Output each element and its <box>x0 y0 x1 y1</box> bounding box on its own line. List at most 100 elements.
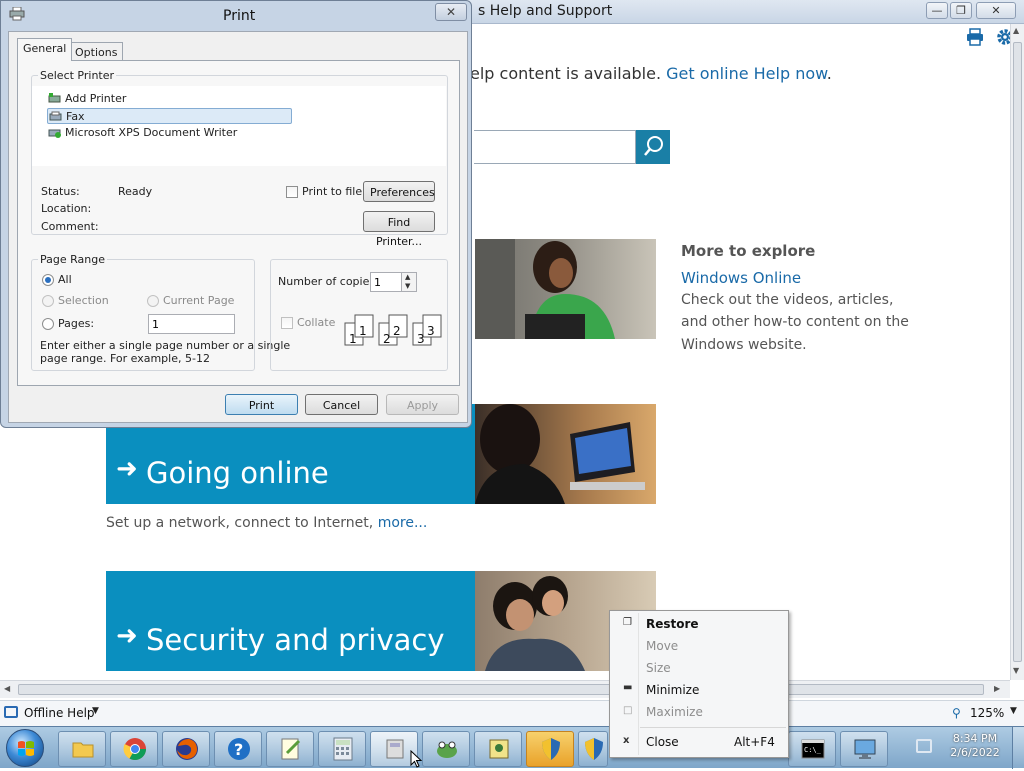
printer-name: Microsoft XPS Document Writer <box>65 126 238 139</box>
printer-list[interactable]: Add Printer Fax Microsoft XPS Document W… <box>32 86 446 166</box>
spin-down-icon[interactable]: ▼ <box>405 282 410 290</box>
restore-icon: ❐ <box>623 617 632 628</box>
scroll-thumb[interactable] <box>1013 42 1022 662</box>
menu-item-move[interactable]: Move <box>612 636 786 656</box>
scroll-right-icon[interactable]: ▶ <box>994 684 1000 693</box>
minimize-icon: ▬ <box>623 682 633 693</box>
range-current-label[interactable]: Current Page <box>163 294 234 307</box>
printer-icon <box>9 7 25 21</box>
taskbar-chrome[interactable] <box>110 731 158 767</box>
print-to-file-label[interactable]: Print to file <box>302 185 362 198</box>
taskbar-remote-desktop[interactable] <box>840 731 888 767</box>
menu-item-size[interactable]: Size <box>612 658 786 678</box>
tile-desc-text: Set up a network, connect to Internet, <box>106 515 374 531</box>
range-all-label[interactable]: All <box>58 273 72 286</box>
collate-label[interactable]: Collate <box>297 316 335 329</box>
menu-item-restore[interactable]: ❐ Restore <box>612 614 786 634</box>
menu-item-maximize[interactable]: □ Maximize <box>612 702 786 722</box>
help-window-title: s Help and Support <box>478 3 613 19</box>
range-all-radio[interactable] <box>42 274 54 286</box>
tab-general[interactable]: General <box>17 38 73 61</box>
tile-label: Going online <box>146 456 329 490</box>
range-pages-label[interactable]: Pages: <box>58 317 94 330</box>
taskbar-clock[interactable]: 8:34 PM 2/6/2022 <box>944 732 1006 760</box>
image-viewer-icon <box>489 739 509 759</box>
spin-up-icon[interactable]: ▲ <box>405 273 410 281</box>
taskbar-image-viewer[interactable] <box>474 731 522 767</box>
collate-number: 2 <box>393 324 401 338</box>
calculator-icon <box>333 737 353 761</box>
range-selection-radio[interactable] <box>42 295 54 307</box>
notepad-icon <box>281 738 301 760</box>
add-printer-icon <box>48 93 61 103</box>
range-selection-label[interactable]: Selection <box>58 294 109 307</box>
range-pages-radio[interactable] <box>42 318 54 330</box>
taskbar-command-prompt[interactable]: C:\_ <box>788 731 836 767</box>
start-orb-icon[interactable] <box>6 729 44 767</box>
maximize-button[interactable]: ❐ <box>950 2 972 19</box>
windows-online-link[interactable]: Windows Online <box>681 269 801 287</box>
print-to-file-checkbox[interactable] <box>286 186 298 198</box>
preferences-button[interactable]: Preferences <box>363 181 435 202</box>
printer-item-fax[interactable]: Fax <box>47 108 292 124</box>
security-privacy-tile[interactable]: ➜ Security and privacy <box>106 571 475 671</box>
going-online-desc: Set up a network, connect to Internet, m… <box>106 515 427 531</box>
show-desktop-button[interactable] <box>1012 727 1024 769</box>
taskbar-file-explorer[interactable] <box>58 731 106 767</box>
taskbar-calculator[interactable] <box>318 731 366 767</box>
printer-item-add[interactable]: Add Printer <box>47 91 292 107</box>
going-online-photo <box>475 404 656 504</box>
copies-label: Number of copies: <box>278 275 379 288</box>
printer-item-xps[interactable]: Microsoft XPS Document Writer <box>47 125 292 141</box>
command-prompt-icon: C:\_ <box>801 739 825 759</box>
tile-label: Security and privacy <box>146 623 445 657</box>
network-tray-icon[interactable] <box>916 739 932 753</box>
explore-line-2: and other how-to content on the <box>681 314 909 330</box>
close-icon: x <box>623 735 630 746</box>
pages-input[interactable] <box>148 314 235 334</box>
chevron-down-icon[interactable]: ▼ <box>1010 706 1017 716</box>
cancel-button[interactable]: Cancel <box>305 394 378 415</box>
collate-checkbox[interactable] <box>281 317 293 329</box>
search-button[interactable] <box>636 130 670 164</box>
zoom-level[interactable]: 125% <box>970 706 1004 720</box>
printer-name: Add Printer <box>65 92 127 105</box>
printer-name: Fax <box>66 110 85 123</box>
online-help-notice: elp content is available. Get online Hel… <box>470 64 832 83</box>
dialog-title: Print <box>223 8 256 24</box>
menu-item-minimize[interactable]: ▬ Minimize <box>612 680 786 700</box>
range-current-radio[interactable] <box>147 295 159 307</box>
close-button[interactable]: ✕ <box>976 2 1016 19</box>
print-button[interactable]: Print <box>225 394 298 415</box>
scroll-down-icon[interactable]: ▼ <box>1013 666 1019 675</box>
taskbar-firefox[interactable] <box>162 731 210 767</box>
apply-button[interactable]: Apply <box>386 394 459 415</box>
horizontal-scrollbar[interactable]: ◀ ▶ <box>0 680 1010 698</box>
offline-help-icon <box>4 706 18 718</box>
menu-item-close[interactable]: x Close Alt+F4 <box>612 732 786 752</box>
find-printer-button[interactable]: Find Printer... <box>363 211 435 248</box>
minimize-button[interactable]: — <box>926 2 948 19</box>
collate-number: 1 <box>349 332 357 346</box>
close-button[interactable]: ✕ <box>435 3 467 21</box>
taskbar-notepad-plus-plus[interactable] <box>266 731 314 767</box>
collate-number: 1 <box>359 324 367 338</box>
copies-spinner[interactable]: ▲ ▼ <box>401 272 417 292</box>
offline-help-label[interactable]: Offline Help <box>24 706 95 720</box>
vertical-scrollbar[interactable]: ▲ ▼ <box>1010 24 1024 680</box>
scroll-left-icon[interactable]: ◀ <box>4 684 10 693</box>
taskbar-security-shield-2[interactable] <box>578 731 608 767</box>
taskbar-frog-app[interactable] <box>422 731 470 767</box>
search-input[interactable] <box>474 130 636 164</box>
chevron-down-icon[interactable]: ▼ <box>92 706 99 716</box>
get-online-help-link[interactable]: Get online Help now <box>666 64 827 83</box>
scroll-up-icon[interactable]: ▲ <box>1013 26 1019 35</box>
menu-item-shortcut: Alt+F4 <box>734 735 775 749</box>
more-link[interactable]: more... <box>378 515 428 531</box>
menu-item-label: Restore <box>646 617 699 631</box>
copies-input[interactable] <box>370 272 404 292</box>
taskbar-help[interactable]: ? <box>214 731 262 767</box>
scroll-thumb[interactable] <box>18 684 984 695</box>
folder-icon <box>72 742 94 758</box>
taskbar-security-shield[interactable] <box>526 731 574 767</box>
